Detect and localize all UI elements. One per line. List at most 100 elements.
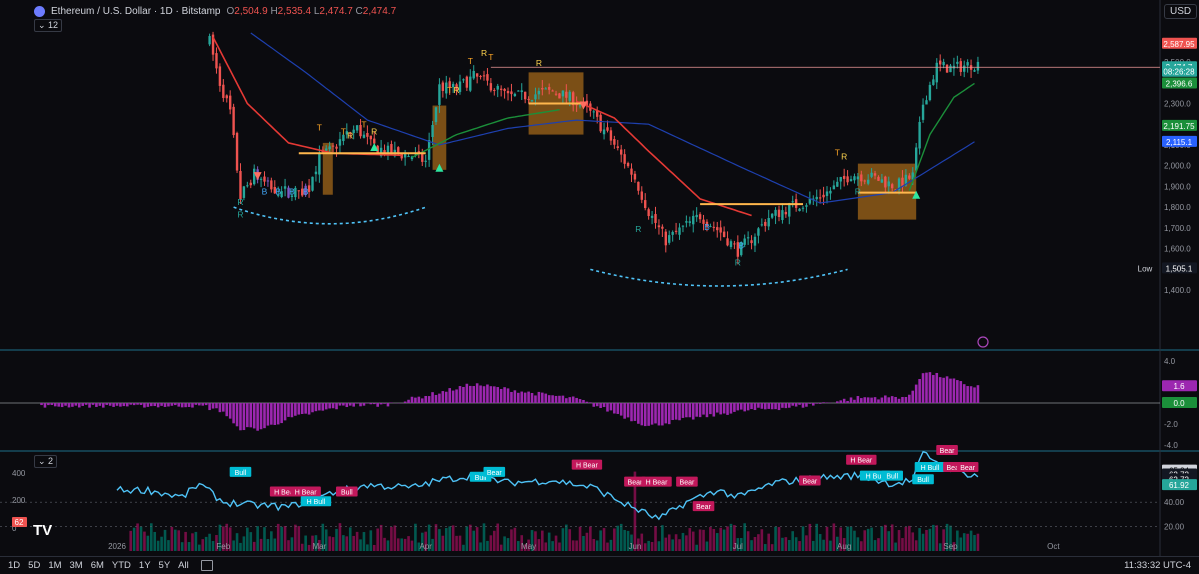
volume-bar [277, 524, 280, 551]
histogram-bar [541, 393, 544, 403]
volume-bar [503, 536, 506, 551]
candle-body [891, 184, 893, 188]
volume-bar [809, 524, 812, 551]
bottom-marker-label: R [855, 187, 861, 197]
candle-body [555, 94, 557, 95]
range-1d[interactable]: 1D [8, 560, 20, 571]
volume-bar [884, 525, 887, 551]
candle-body [840, 177, 842, 182]
volume-bar [877, 538, 880, 551]
volume-bar [466, 526, 469, 551]
candle-body [946, 65, 948, 73]
histogram-bar [918, 379, 921, 403]
volume-bar [747, 531, 750, 551]
histogram-bar [819, 403, 822, 404]
histogram-bar [788, 403, 791, 408]
histogram-bar [877, 399, 880, 403]
histogram-bar [483, 386, 486, 403]
range-ytd[interactable]: YTD [112, 560, 131, 571]
histogram-bar [839, 400, 842, 403]
top-marker-label: T [317, 122, 322, 132]
histogram-bar [95, 403, 98, 407]
symbol-title[interactable]: Ethereum / U.S. Dollar · 1D · Bitstamp [51, 6, 221, 17]
replay-icon [978, 337, 988, 347]
rsi-signal-label: H Bear [850, 458, 872, 465]
histogram-bar [273, 403, 276, 425]
time-axis-label: Jul [733, 542, 743, 551]
volume-bar [195, 532, 198, 551]
histogram-bar [291, 403, 294, 417]
candle-body [860, 174, 862, 181]
volume-bar [562, 528, 565, 551]
volume-bar [133, 528, 136, 551]
candle-body [514, 94, 516, 96]
range-5y[interactable]: 5Y [159, 560, 171, 571]
rsi-signal-label: H Bear [576, 463, 598, 470]
histogram-bar [376, 403, 379, 407]
oscillator-badge: 1.6 [1173, 382, 1185, 391]
histogram-bar [953, 378, 956, 403]
time-axis-label: Feb [216, 542, 230, 551]
indicator-count-toggle[interactable]: ⌄ 12 [34, 19, 62, 32]
histogram-bar [167, 403, 170, 406]
candle-body [826, 191, 828, 195]
currency-selector[interactable]: USD [1164, 4, 1197, 19]
range-1m[interactable]: 1M [48, 560, 61, 571]
histogram-bar [555, 396, 558, 403]
histogram-bar [249, 403, 252, 427]
histogram-bar [383, 403, 386, 404]
volume-bar [171, 527, 174, 551]
volume-bar [668, 534, 671, 551]
volume-bar [761, 529, 764, 551]
histogram-bar [438, 394, 441, 403]
histogram-bar [507, 388, 510, 403]
range-3m[interactable]: 3M [70, 560, 83, 571]
volume-bar [514, 528, 517, 551]
volume-bar [129, 531, 132, 551]
volume-bar [249, 532, 252, 551]
volume-bar [390, 527, 393, 551]
histogram-bar [191, 403, 194, 408]
candle-body [641, 192, 643, 200]
range-1y[interactable]: 1Y [139, 560, 151, 571]
volume-bar [853, 531, 856, 551]
candle-body [366, 133, 368, 137]
candle-body [356, 125, 358, 130]
volume-bar [160, 537, 163, 551]
candle-body [874, 173, 876, 175]
candle-body [298, 190, 300, 191]
candle-body [819, 197, 821, 198]
volume-bar [579, 527, 582, 551]
range-6m[interactable]: 6M [91, 560, 104, 571]
range-5d[interactable]: 5D [28, 560, 40, 571]
lower-indicator-count-toggle[interactable]: ⌄ 2 [34, 455, 57, 468]
volume-bar [493, 531, 496, 551]
candle-body [915, 147, 917, 170]
histogram-bar [671, 403, 674, 420]
volume-badge: 62 [15, 518, 24, 527]
histogram-bar [452, 391, 455, 403]
histogram-bar [112, 403, 115, 407]
histogram-bar [767, 403, 770, 409]
range-all[interactable]: All [178, 560, 189, 571]
volume-bar [695, 545, 698, 551]
calendar-icon[interactable] [201, 560, 213, 571]
top-marker-label: R [481, 48, 487, 58]
volume-bar [723, 530, 726, 551]
histogram-bar [699, 403, 702, 417]
histogram-bar [531, 393, 534, 403]
histogram-bar [68, 403, 71, 407]
volume-bar [438, 529, 441, 551]
histogram-bar [267, 403, 270, 426]
price-chart[interactable]: TTRTRTRTRTRTRRBBBBRBBRRR2,500.02,400.02,… [0, 0, 1199, 556]
candle-body [527, 99, 529, 100]
clock-timezone[interactable]: 11:33:32 UTC-4 [1124, 560, 1191, 571]
histogram-bar [81, 403, 84, 406]
histogram-bar [47, 403, 50, 405]
histogram-bar [737, 403, 740, 410]
histogram-bar [64, 403, 67, 406]
volume-bar [459, 536, 462, 551]
candle-body [809, 199, 811, 204]
histogram-bar [757, 403, 760, 408]
volume-bar [713, 529, 716, 551]
